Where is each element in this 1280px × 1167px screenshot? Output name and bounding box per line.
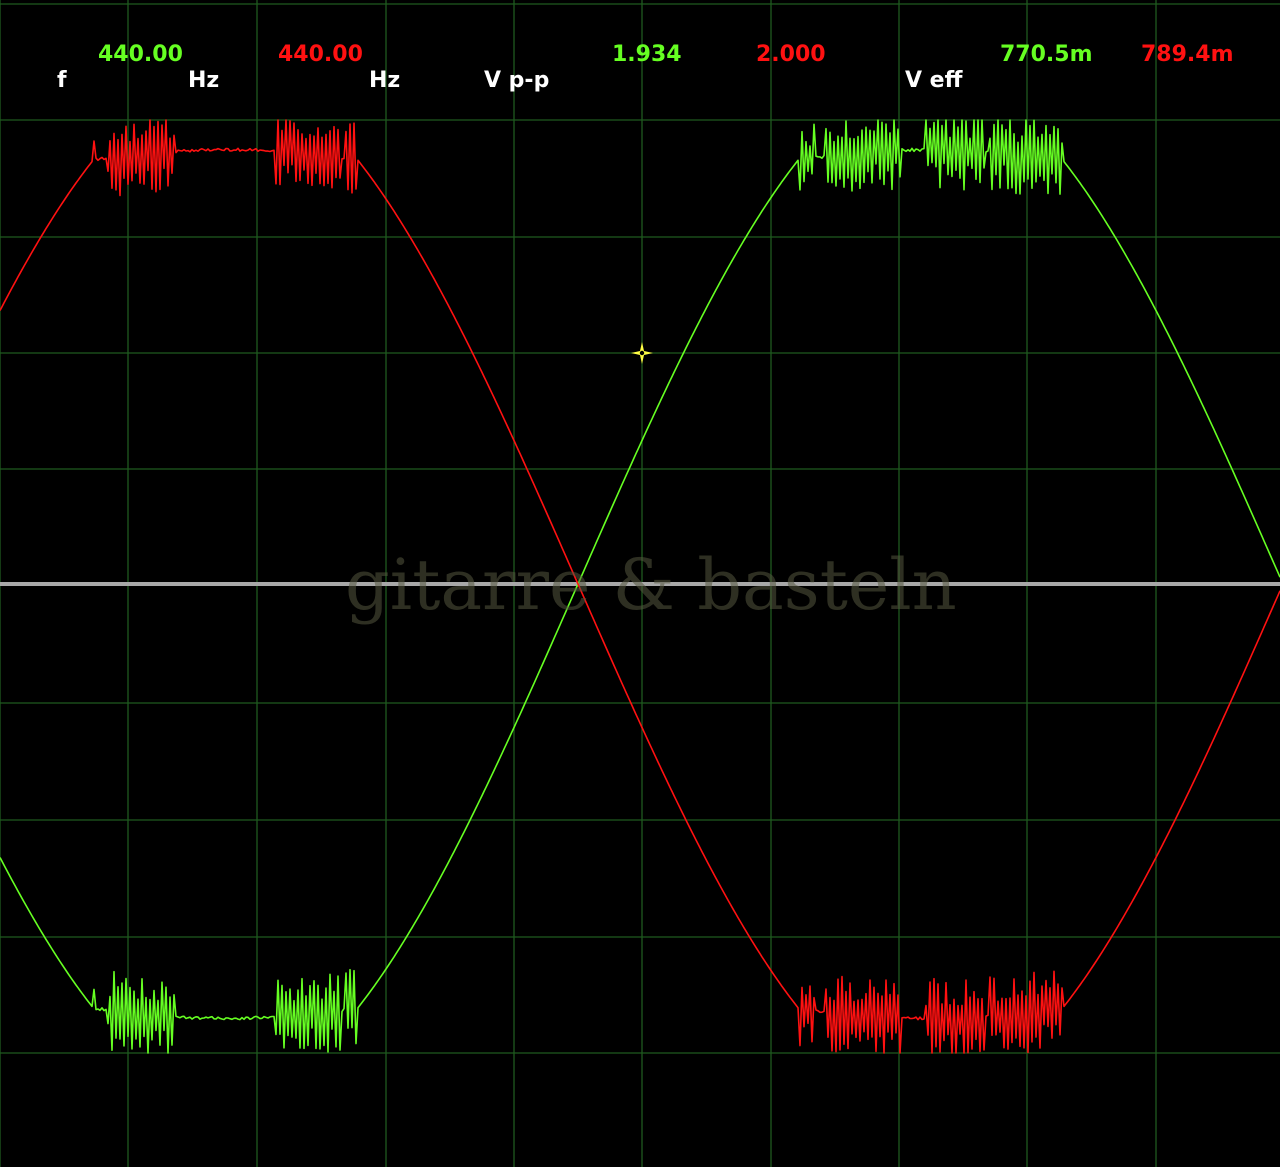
- scope-display: [0, 0, 1280, 1167]
- crosshair-marker-icon[interactable]: [631, 342, 653, 364]
- channel-1-frequency-unit: Hz: [188, 68, 220, 93]
- channel-1-peak-to-peak: 1.934: [612, 42, 682, 67]
- channel-2-frequency-unit: Hz: [369, 68, 401, 93]
- channel-2-rms: 789.4m: [1141, 42, 1234, 67]
- channel-2-frequency: 440.00: [278, 42, 363, 67]
- frequency-label: f: [57, 68, 67, 93]
- channel-1-trace: [0, 119, 1280, 1054]
- channel-1-frequency: 440.00: [98, 42, 183, 67]
- oscilloscope-screen[interactable]: f 440.00 Hz 440.00 Hz V p-p 1.934 2.000 …: [0, 0, 1280, 1167]
- rms-label: V eff: [905, 68, 963, 93]
- channel-1-rms: 770.5m: [1000, 42, 1093, 67]
- channel-2-trace: [0, 119, 1280, 1054]
- channel-2-peak-to-peak: 2.000: [756, 42, 826, 67]
- peak-to-peak-label: V p-p: [484, 68, 550, 93]
